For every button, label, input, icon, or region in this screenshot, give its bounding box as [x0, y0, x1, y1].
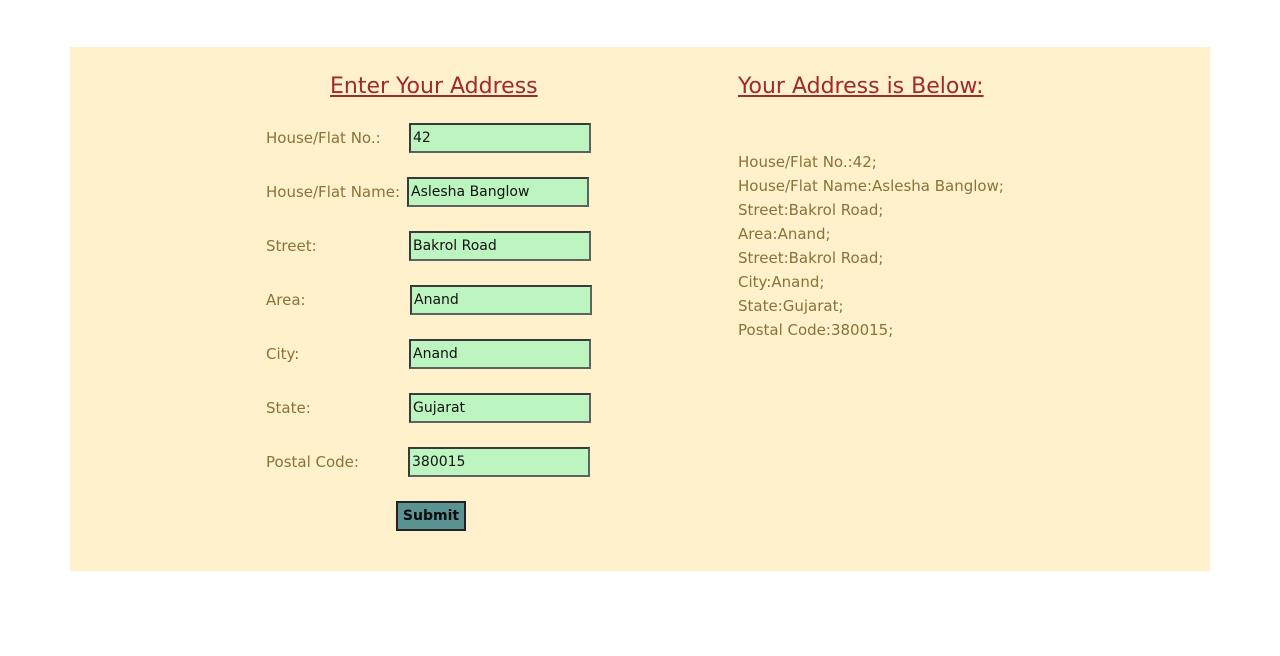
address-panel: Enter Your Address House/Flat No.: House…: [70, 47, 1210, 571]
output-line: Area:Anand;: [738, 225, 831, 243]
address-output: House/Flat No.:42; House/Flat Name:Asles…: [738, 150, 1004, 342]
output-line: State:Gujarat;: [738, 297, 844, 315]
house-no-input[interactable]: [409, 123, 591, 153]
output-line: House/Flat Name:Aslesha Banglow;: [738, 177, 1004, 195]
postal-code-label: Postal Code:: [266, 453, 359, 471]
output-line: Street:Bakrol Road;: [738, 201, 884, 219]
city-label: City:: [266, 345, 300, 363]
submit-button[interactable]: Submit: [396, 501, 466, 531]
form-title: Enter Your Address: [330, 74, 538, 99]
postal-code-input[interactable]: [408, 447, 590, 477]
output-line: Postal Code:380015;: [738, 321, 894, 339]
house-no-label: House/Flat No.:: [266, 129, 381, 147]
city-input[interactable]: [409, 339, 591, 369]
output-title: Your Address is Below:: [738, 74, 984, 99]
street-input[interactable]: [409, 231, 591, 261]
area-input[interactable]: [410, 285, 592, 315]
state-input[interactable]: [409, 393, 591, 423]
state-label: State:: [266, 399, 311, 417]
output-line: City:Anand;: [738, 273, 825, 291]
house-name-label: House/Flat Name:: [266, 183, 401, 201]
house-name-input[interactable]: [407, 177, 589, 207]
output-line: Street:Bakrol Road;: [738, 249, 884, 267]
area-label: Area:: [266, 291, 306, 309]
street-label: Street:: [266, 237, 317, 255]
output-line: House/Flat No.:42;: [738, 153, 877, 171]
